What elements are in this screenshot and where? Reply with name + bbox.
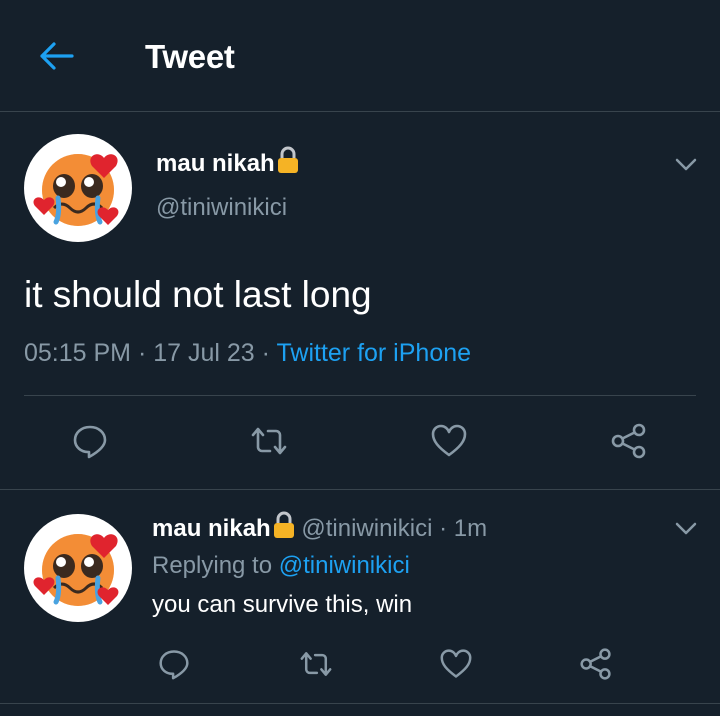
reply-icon xyxy=(73,425,107,459)
reply-button[interactable] xyxy=(154,644,194,684)
retweet-icon xyxy=(300,652,332,676)
like-button[interactable] xyxy=(429,421,469,461)
avatar[interactable] xyxy=(24,514,132,622)
tweet-source-link[interactable]: Twitter for iPhone xyxy=(277,339,472,367)
display-name[interactable]: mau nikah xyxy=(152,515,271,542)
separator: · xyxy=(261,339,270,367)
like-icon xyxy=(440,649,472,678)
handle[interactable]: @tiniwinikici xyxy=(301,515,432,542)
lock-icon xyxy=(277,146,299,181)
tweet-author-line: mau nikah xyxy=(156,146,299,181)
replying-to-line: Replying to @tiniwinikici xyxy=(152,552,410,580)
chevron-down-icon xyxy=(675,522,697,535)
lock-icon xyxy=(273,511,295,546)
chevron-down-icon xyxy=(675,158,697,171)
retweet-button[interactable] xyxy=(249,421,289,461)
replying-to-handle[interactable]: @tiniwinikici xyxy=(279,552,410,579)
share-button[interactable] xyxy=(576,644,616,684)
pleading-face-with-hearts-emoji xyxy=(33,534,119,606)
divider xyxy=(0,489,720,490)
reply-icon xyxy=(159,650,189,680)
share-icon xyxy=(580,648,611,680)
top-bar: Tweet xyxy=(0,0,720,112)
back-button[interactable] xyxy=(36,38,76,74)
back-arrow-icon xyxy=(40,42,74,70)
reply-author-line: mau nikah @tiniwinikici · 1m xyxy=(152,511,487,546)
like-icon xyxy=(431,424,467,457)
retweet-button[interactable] xyxy=(296,644,336,684)
handle[interactable]: @tiniwinikici xyxy=(156,194,287,222)
tweet-time: 05:15 PM xyxy=(24,339,132,367)
avatar[interactable] xyxy=(24,134,132,242)
divider xyxy=(24,395,696,396)
page-title: Tweet xyxy=(145,38,235,75)
retweet-icon xyxy=(251,427,287,455)
reply-age: 1m xyxy=(453,515,488,542)
replying-to-label: Replying to xyxy=(152,552,273,579)
share-icon xyxy=(611,423,646,459)
pleading-face-with-hearts-emoji xyxy=(33,154,119,226)
tweet-menu-button[interactable] xyxy=(674,152,698,176)
tweet-detail-screen: Tweet mau nikah @tiniwinikici it should … xyxy=(0,0,720,716)
separator: · xyxy=(439,515,448,542)
reply-text: you can survive this, win xyxy=(152,591,413,618)
divider xyxy=(0,703,720,704)
separator: · xyxy=(137,339,147,367)
reply-menu-button[interactable] xyxy=(674,516,698,540)
tweet-date: 17 Jul 23 xyxy=(153,339,255,367)
like-button[interactable] xyxy=(436,644,476,684)
reply-button[interactable] xyxy=(70,421,110,461)
display-name[interactable]: mau nikah xyxy=(156,150,275,177)
tweet-text: it should not last long xyxy=(24,274,372,315)
share-button[interactable] xyxy=(609,421,649,461)
tweet-meta: 05:15 PM · 17 Jul 23 · Twitter for iPhon… xyxy=(24,339,471,368)
